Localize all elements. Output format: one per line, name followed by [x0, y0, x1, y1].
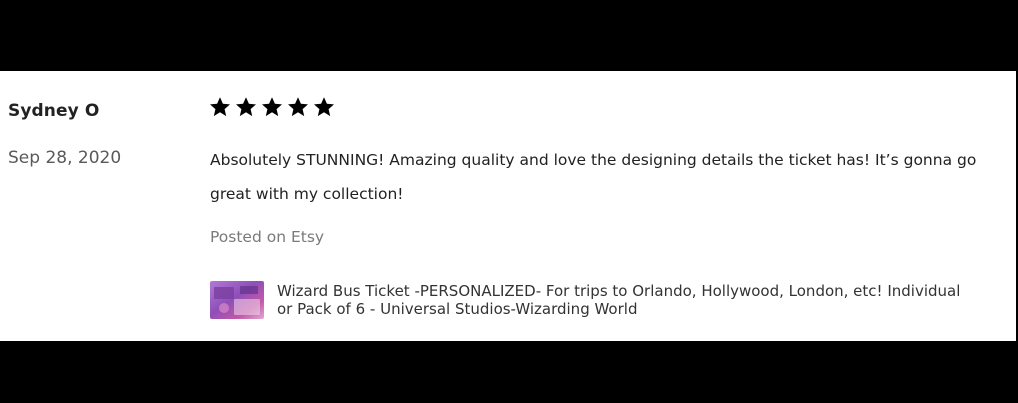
star-icon — [288, 97, 308, 117]
review-date: Sep 28, 2020 — [8, 148, 122, 168]
review-text: Absolutely STUNNING! Amazing quality and… — [210, 151, 977, 203]
product-link[interactable]: Wizard Bus Ticket -PERSONALIZED- For tri… — [210, 281, 977, 319]
star-rating — [208, 95, 336, 119]
star-icon — [236, 97, 256, 117]
star-icon — [314, 97, 334, 117]
star-icon — [262, 97, 282, 117]
review-card: Sydney O Sep 28, 2020 Absolutely STUNNIN… — [0, 71, 1016, 341]
screenshot-frame: Sydney O Sep 28, 2020 Absolutely STUNNIN… — [0, 0, 1018, 403]
star-icon — [210, 97, 230, 117]
product-title[interactable]: Wizard Bus Ticket -PERSONALIZED- For tri… — [277, 282, 977, 318]
posted-on-label: Posted on Etsy — [210, 228, 325, 246]
product-thumbnail[interactable] — [210, 281, 264, 319]
reviewer-name[interactable]: Sydney O — [8, 101, 99, 121]
